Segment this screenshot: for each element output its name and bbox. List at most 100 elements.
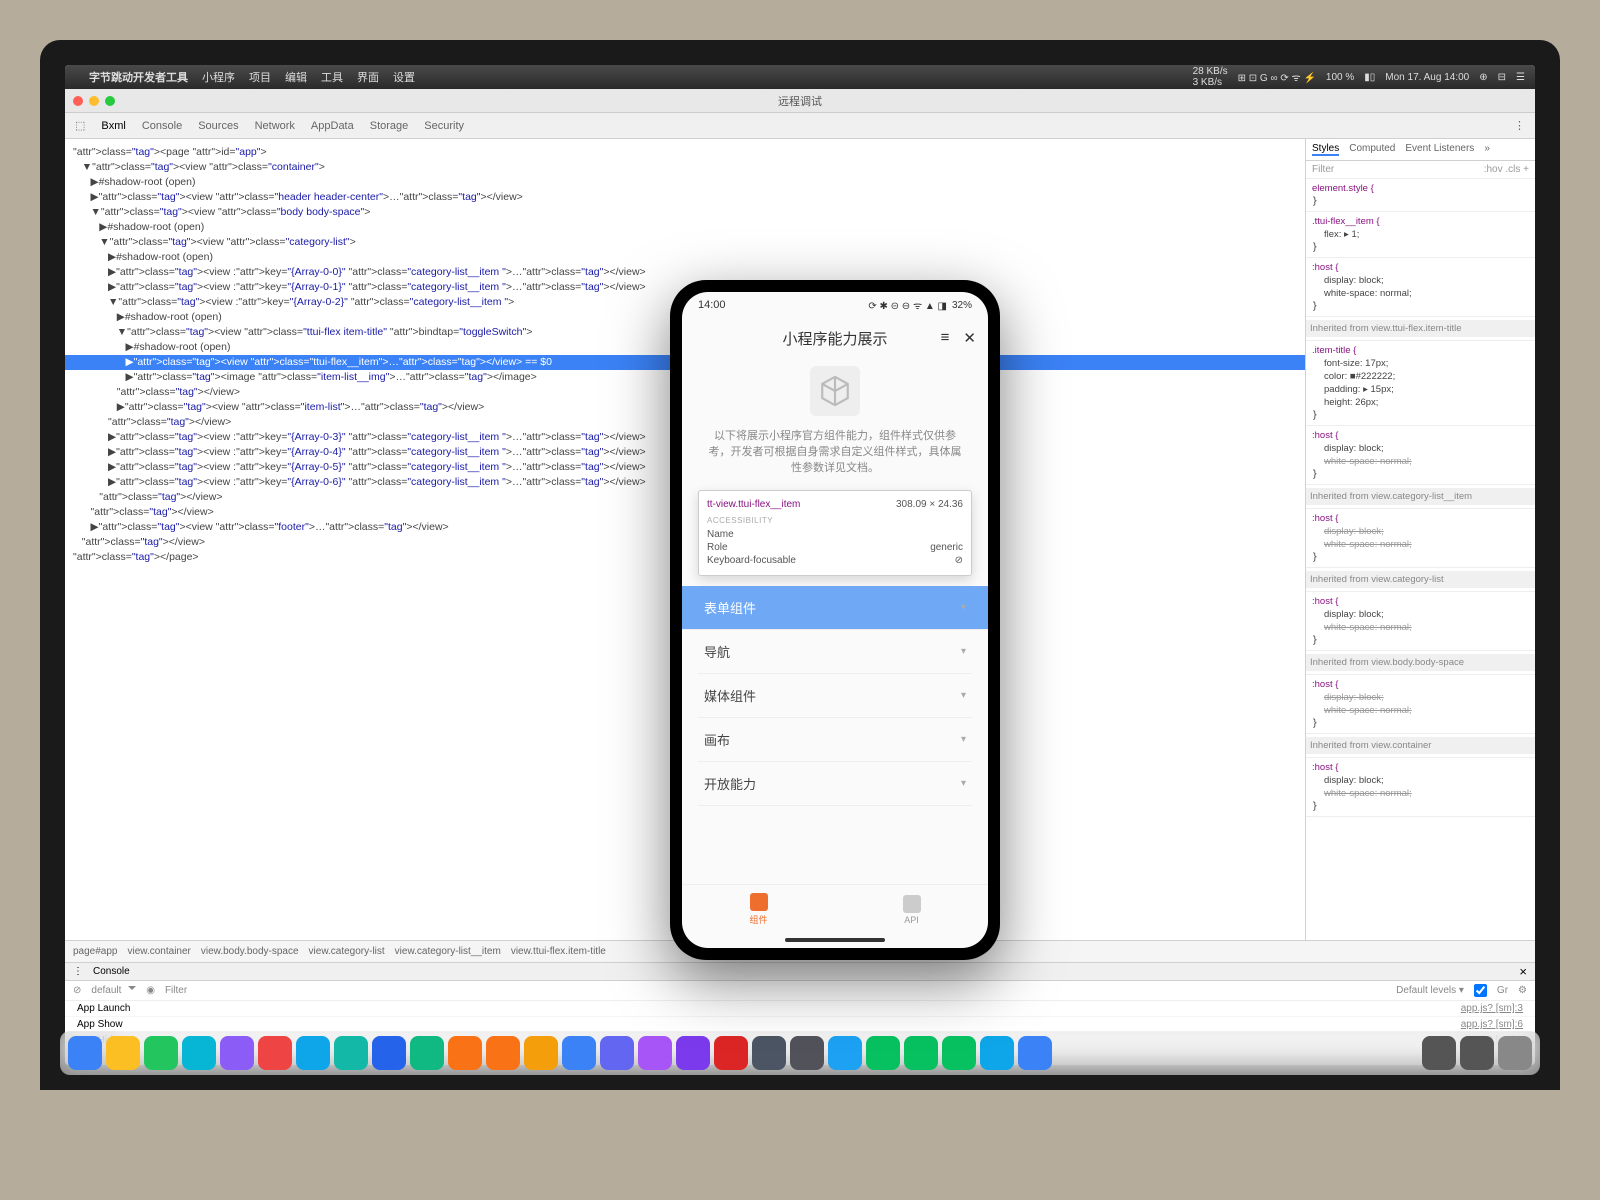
minimize-icon[interactable] [89,96,99,106]
menu-item[interactable]: 界面 [357,69,379,85]
tooltip-role-label: Role [707,542,728,553]
dock-app[interactable] [258,1036,292,1070]
dock-app[interactable] [1422,1036,1456,1070]
clear-icon[interactable]: ⊘ [73,985,81,996]
tooltip-name-label: Name [707,529,734,540]
maximize-icon[interactable] [105,96,115,106]
dock-app[interactable] [942,1036,976,1070]
cls-toggle[interactable]: .cls [1505,164,1520,175]
dock-app[interactable] [68,1036,102,1070]
styles-rules[interactable]: element.style {}….ttui-flex__item {flex:… [1306,179,1535,940]
dock-app[interactable] [106,1036,140,1070]
more-icon[interactable]: ⋮ [1514,119,1525,132]
dock-app[interactable] [790,1036,824,1070]
chevron-down-icon: ▾ [961,734,966,745]
group-checkbox[interactable] [1474,984,1487,997]
eye-icon[interactable]: ◉ [146,985,155,996]
dock-app[interactable] [828,1036,862,1070]
crumb[interactable]: view.category-list__item [395,946,501,957]
list-item[interactable]: 画布▾ [698,718,972,762]
search-icon[interactable]: ⊕ [1479,72,1487,83]
status-icons: ⊞ ⊡ G ∞ ⟳ ᯤ ⚡ [1238,70,1316,84]
dock-app[interactable] [334,1036,368,1070]
nav-tab[interactable]: API [835,885,988,934]
home-indicator[interactable] [785,938,885,942]
dock-app[interactable] [752,1036,786,1070]
tab-listeners[interactable]: Event Listeners [1405,143,1474,156]
list-item[interactable]: 导航▾ [698,630,972,674]
menu-item[interactable]: 项目 [249,69,271,85]
dock-app[interactable] [182,1036,216,1070]
tab-computed[interactable]: Computed [1349,143,1395,156]
chevron-down-icon: ▾ [961,690,966,701]
dock-app[interactable] [676,1036,710,1070]
tab[interactable]: Security [424,120,464,132]
crumb[interactable]: page#app [73,946,118,957]
tab[interactable]: AppData [311,120,354,132]
settings-icon[interactable]: ⚙ [1518,985,1527,996]
console-header: ⋮ Console × [65,963,1535,981]
more-icon[interactable]: » [1484,143,1490,156]
tooltip-size: 308.09 × 24.36 [896,499,963,510]
macos-dock[interactable] [60,1031,1540,1075]
tooltip-kb: ⊘ [955,555,963,566]
tab-styles[interactable]: Styles [1312,143,1339,156]
styles-filter-row: Filter :hov .cls + [1306,161,1535,179]
crumb[interactable]: view.category-list [309,946,385,957]
tab[interactable]: Bxml [101,120,125,132]
dock-app[interactable] [486,1036,520,1070]
filter-input[interactable]: Filter [1312,164,1334,175]
dock-app[interactable] [638,1036,672,1070]
dock-app[interactable] [714,1036,748,1070]
tab[interactable]: Network [255,120,295,132]
dock-app[interactable] [220,1036,254,1070]
crumb[interactable]: view.container [128,946,191,957]
menu-item[interactable]: 小程序 [202,69,235,85]
dock-app[interactable] [296,1036,330,1070]
devtools-tabs: ⬚ Bxml Console Sources Network AppData S… [65,113,1535,139]
inspect-icon[interactable]: ⬚ [75,119,85,132]
crumb[interactable]: view.body.body-space [201,946,299,957]
list-item[interactable]: 表单组件▾ [682,586,988,630]
close-icon[interactable]: ✕ [963,329,976,347]
close-icon[interactable]: × [1519,964,1527,979]
dock-app[interactable] [448,1036,482,1070]
menu-item[interactable]: 设置 [393,69,415,85]
dock-app[interactable] [144,1036,178,1070]
dock-app[interactable] [372,1036,406,1070]
app-name[interactable]: 字节跳动开发者工具 [89,69,188,85]
dock-app[interactable] [562,1036,596,1070]
nav-tab[interactable]: 组件 [682,885,835,934]
control-center-icon[interactable]: ⊟ [1498,72,1506,83]
phone-body: 以下将展示小程序官方组件能力，组件样式仅供参考，开发者可根据自身需求自定义组件样… [682,358,988,884]
tab[interactable]: Console [142,120,182,132]
tab[interactable]: Storage [370,120,409,132]
context-select[interactable]: default [91,985,136,996]
menu-icon[interactable]: ≡ [941,329,950,347]
dock-app[interactable] [1460,1036,1494,1070]
menu-item[interactable]: 编辑 [285,69,307,85]
menu-icon[interactable]: ☰ [1516,72,1525,83]
list-item[interactable]: 开放能力▾ [698,762,972,806]
dock-app[interactable] [1018,1036,1052,1070]
dock-app[interactable] [866,1036,900,1070]
levels-select[interactable]: Default levels ▾ [1396,985,1464,996]
dock-app[interactable] [600,1036,634,1070]
cube-icon [750,893,768,911]
dock-app[interactable] [1498,1036,1532,1070]
battery-icon: ▮▯ [1364,72,1375,83]
list-item[interactable]: 媒体组件▾ [698,674,972,718]
hov-toggle[interactable]: :hov [1484,164,1503,175]
crumb[interactable]: view.ttui-flex.item-title [511,946,606,957]
dock-app[interactable] [524,1036,558,1070]
dock-app[interactable] [904,1036,938,1070]
tab[interactable]: Sources [198,120,238,132]
dock-app[interactable] [410,1036,444,1070]
close-icon[interactable] [73,96,83,106]
console-menu-icon[interactable]: ⋮ [73,966,83,977]
dock-app[interactable] [980,1036,1014,1070]
add-rule-icon[interactable]: + [1523,164,1529,175]
menu-item[interactable]: 工具 [321,69,343,85]
window-title: 远程调试 [778,93,822,109]
filter-input[interactable]: Filter [165,985,1386,996]
